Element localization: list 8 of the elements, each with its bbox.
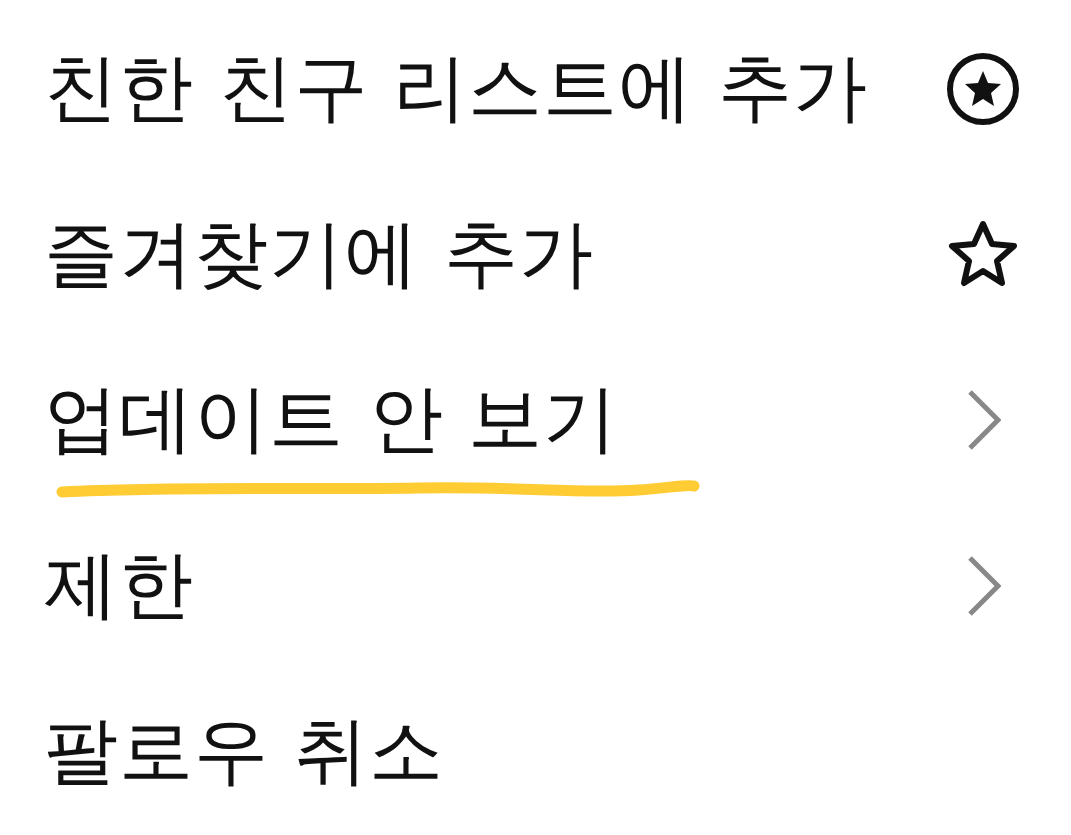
- menu-item-label[interactable]: 팔로우 취소: [44, 707, 444, 794]
- menu-item-label[interactable]: 업데이트 안 보기: [44, 375, 619, 462]
- star-badge-icon: [945, 50, 1021, 127]
- chevron-right-icon: [967, 389, 1001, 452]
- menu-item-label[interactable]: 친한 친구 리스트에 추가: [44, 43, 868, 130]
- menu-item-label[interactable]: 즐겨찾기에 추가: [44, 209, 594, 296]
- chevron-right-icon: [967, 555, 1001, 618]
- menu-item-label[interactable]: 제한: [44, 541, 194, 628]
